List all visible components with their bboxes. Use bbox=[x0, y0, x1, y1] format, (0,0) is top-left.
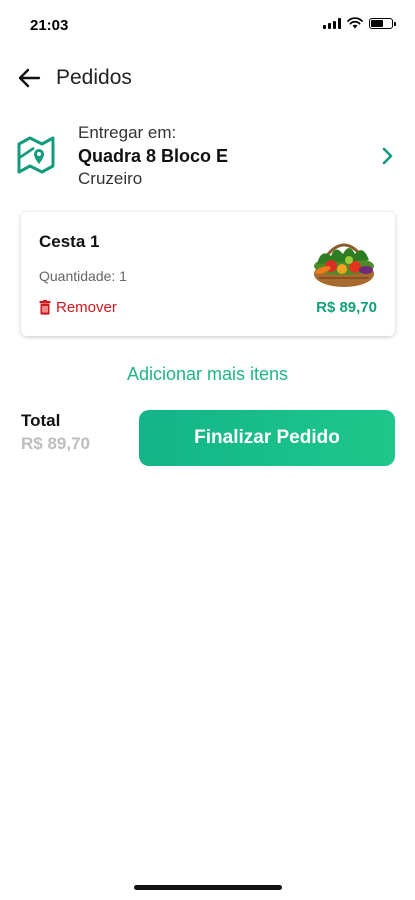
remove-label: Remover bbox=[56, 299, 117, 316]
address-text: Entregar em: Quadra 8 Bloco E Cruzeiro bbox=[78, 122, 228, 190]
chevron-right-icon bbox=[382, 147, 393, 165]
total-block: Total R$ 89,70 bbox=[21, 410, 90, 456]
battery-icon bbox=[369, 17, 396, 29]
item-name: Cesta 1 bbox=[39, 232, 100, 251]
wifi-icon bbox=[347, 17, 363, 29]
address-label: Entregar em: bbox=[78, 123, 177, 142]
total-value: R$ 89,70 bbox=[21, 434, 90, 453]
status-bar: 21:03 bbox=[0, 0, 415, 44]
home-indicator bbox=[134, 885, 282, 890]
finish-order-button[interactable]: Finalizar Pedido bbox=[139, 410, 395, 466]
item-quantity: Quantidade: 1 bbox=[39, 268, 127, 284]
arrow-left-icon bbox=[18, 68, 41, 88]
back-button[interactable] bbox=[14, 63, 44, 93]
page-title: Pedidos bbox=[56, 66, 132, 89]
remove-button[interactable]: Remover bbox=[39, 299, 117, 316]
total-label: Total bbox=[21, 411, 61, 430]
status-icons bbox=[323, 17, 396, 29]
cart-item-card: Cesta 1 Quantidade: 1 Remover R$ 89,70 bbox=[21, 212, 395, 336]
add-more-items-link[interactable]: Adicionar mais itens bbox=[0, 364, 415, 385]
address-city: Cruzeiro bbox=[78, 169, 143, 188]
signal-icon bbox=[323, 17, 341, 29]
delivery-address[interactable]: Entregar em: Quadra 8 Bloco E Cruzeiro bbox=[0, 120, 415, 192]
address-street: Quadra 8 Bloco E bbox=[78, 146, 229, 166]
nav-header: Pedidos bbox=[0, 58, 415, 98]
trash-icon bbox=[39, 300, 51, 315]
map-pin-icon bbox=[17, 136, 55, 174]
vegetable-basket-image bbox=[314, 243, 374, 287]
item-price: R$ 89,70 bbox=[316, 299, 377, 316]
status-time: 21:03 bbox=[30, 17, 69, 34]
